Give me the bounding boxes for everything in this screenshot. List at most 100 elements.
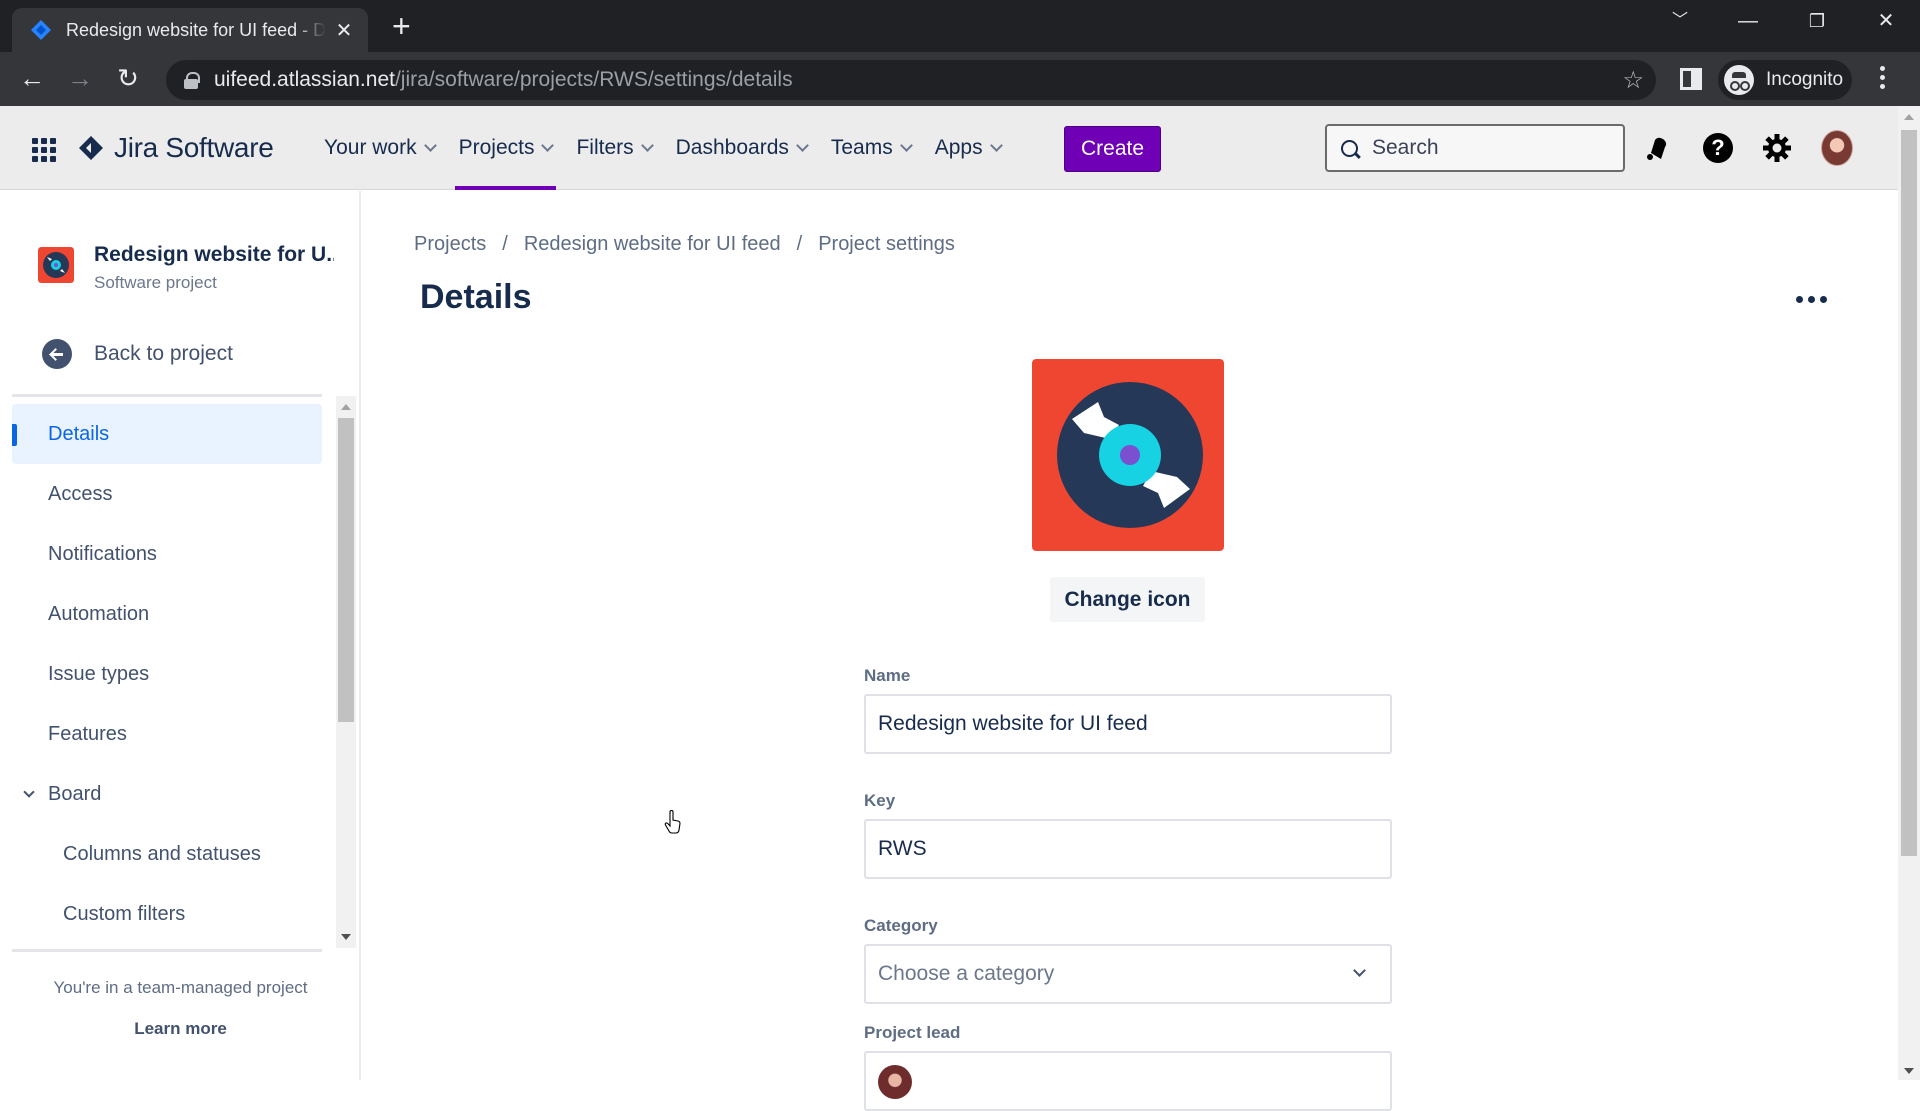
lock-icon — [184, 72, 200, 89]
sidebar-item-label: Access — [48, 482, 113, 505]
back-to-project-label: Back to project — [94, 342, 233, 365]
nav-your-work[interactable]: Your work — [312, 106, 447, 190]
nav-label: Projects — [458, 136, 535, 159]
browser-menu-icon[interactable] — [1880, 66, 1886, 89]
restore-icon[interactable]: ❐ — [1787, 6, 1847, 36]
sidebar-item-access[interactable]: Access — [12, 464, 322, 524]
sidebar-project-name: Redesign website for U... — [94, 243, 334, 266]
learn-more-link[interactable]: Learn more — [0, 1019, 361, 1039]
page-title: Details — [420, 278, 532, 316]
page-scrollbar[interactable] — [1898, 106, 1920, 1080]
settings-gear-icon[interactable] — [1761, 132, 1793, 164]
project-lead-select[interactable] — [864, 1051, 1392, 1111]
chevron-down-icon[interactable] — [23, 786, 35, 798]
browser-toolbar: ← → ↻ uifeed.atlassian.net/jira/software… — [0, 52, 1920, 106]
nav-label: Teams — [830, 136, 893, 159]
chevron-down-icon — [796, 139, 809, 152]
category-label: Category — [864, 916, 938, 935]
sidebar-item-notifications[interactable]: Notifications — [12, 524, 322, 584]
project-icon-large — [1032, 359, 1224, 551]
tab-close-icon[interactable]: ✕ — [334, 18, 354, 43]
browser-tab[interactable]: Redesign website for UI feed - Details ✕ — [12, 8, 368, 52]
sidebar-scrollbar[interactable] — [336, 396, 356, 948]
primary-nav: Your work Projects Filters Dashboards Te… — [312, 106, 1013, 190]
incognito-icon — [1724, 65, 1754, 95]
jira-favicon-icon — [31, 20, 51, 40]
search-icon — [1341, 139, 1358, 157]
divider — [12, 394, 322, 397]
search-placeholder: Search — [1372, 136, 1439, 159]
team-managed-note: You're in a team-managed project — [53, 978, 308, 997]
sidebar-item-automation[interactable]: Automation — [12, 584, 322, 644]
breadcrumb-project[interactable]: Redesign website for UI feed — [524, 233, 781, 256]
breadcrumb-projects[interactable]: Projects — [414, 233, 486, 256]
category-placeholder: Choose a category — [878, 962, 1055, 985]
tab-search-chevron-icon[interactable]: ﹀ — [1650, 6, 1710, 36]
forward-arrow-icon[interactable]: → — [62, 62, 98, 94]
jira-top-nav: Jira Software Your work Projects Filters… — [0, 106, 1898, 190]
scrollbar-thumb[interactable] — [1901, 130, 1917, 856]
change-icon-button[interactable]: Change icon — [1050, 577, 1205, 622]
nav-projects[interactable]: Projects — [447, 106, 565, 190]
category-select[interactable]: Choose a category — [864, 944, 1392, 1004]
sidebar-item-label: Details — [48, 422, 110, 445]
incognito-profile-button[interactable]: Incognito — [1718, 60, 1852, 100]
user-avatar[interactable] — [1821, 130, 1853, 166]
nav-label: Apps — [934, 136, 983, 159]
close-window-icon[interactable]: ✕ — [1856, 6, 1916, 36]
nav-dashboards[interactable]: Dashboards — [664, 106, 819, 190]
breadcrumb-separator: / — [502, 233, 508, 255]
sidebar-item-columns-and-statuses[interactable]: Columns and statuses — [12, 824, 322, 884]
sidebar-item-label: Columns and statuses — [63, 842, 261, 865]
nav-apps[interactable]: Apps — [923, 106, 1013, 190]
scroll-up-arrow-icon[interactable] — [1904, 114, 1914, 120]
arrow-left-circle-icon — [42, 339, 72, 369]
sidebar-item-label: Issue types — [48, 662, 150, 685]
bookmark-star-icon[interactable]: ☆ — [1622, 66, 1644, 95]
reload-icon[interactable]: ↻ — [110, 62, 146, 94]
nav-label: Filters — [576, 136, 634, 159]
chevron-down-icon — [1353, 964, 1366, 977]
sidebar-item-label: Custom filters — [63, 902, 186, 925]
jira-logo[interactable]: Jira Software — [78, 132, 274, 164]
sidebar-item-label: Automation — [48, 602, 150, 625]
settings-menu: Details Access Notifications Automation … — [12, 404, 322, 944]
key-input[interactable]: RWS — [864, 819, 1392, 879]
back-to-project-link[interactable]: Back to project — [42, 339, 233, 369]
nav-filters[interactable]: Filters — [564, 106, 663, 190]
minimize-icon[interactable]: — — [1718, 6, 1778, 36]
scrollbar-thumb[interactable] — [338, 418, 354, 722]
sidebar-item-issue-types[interactable]: Issue types — [12, 644, 322, 704]
project-avatar-icon — [38, 247, 74, 283]
sidebar-project-type: Software project — [94, 273, 217, 292]
sidebar-item-board[interactable]: Board — [12, 764, 322, 824]
browser-tabstrip: Redesign website for UI feed - Details ✕… — [0, 0, 1920, 52]
scroll-down-arrow-icon[interactable] — [1904, 1068, 1914, 1074]
name-label: Name — [864, 666, 911, 685]
notifications-bell-icon[interactable] — [1642, 132, 1674, 164]
nav-teams[interactable]: Teams — [819, 106, 923, 190]
divider — [12, 949, 322, 952]
breadcrumb-project-settings[interactable]: Project settings — [818, 233, 955, 256]
help-icon[interactable]: ? — [1702, 132, 1734, 164]
sidebar-item-features[interactable]: Features — [12, 704, 322, 764]
sidebar-item-details[interactable]: Details — [12, 404, 322, 464]
key-label: Key — [864, 791, 896, 810]
lead-avatar — [878, 1065, 912, 1099]
address-bar[interactable]: uifeed.atlassian.net/jira/software/proje… — [166, 60, 1656, 100]
search-input[interactable]: Search — [1325, 124, 1625, 172]
product-name: Jira Software — [114, 132, 274, 163]
chevron-down-icon — [423, 139, 437, 152]
side-panel-icon[interactable] — [1680, 68, 1702, 90]
app-switcher-icon[interactable] — [32, 138, 56, 162]
sidebar-item-custom-filters[interactable]: Custom filters — [12, 884, 322, 944]
scroll-down-arrow-icon[interactable] — [341, 934, 351, 940]
scroll-up-arrow-icon[interactable] — [341, 404, 351, 410]
project-settings-sidebar: Redesign website for U... Software proje… — [0, 191, 361, 1080]
back-arrow-icon[interactable]: ← — [14, 62, 50, 94]
new-tab-icon[interactable]: + — [392, 10, 411, 42]
name-input[interactable]: Redesign website for UI feed — [864, 694, 1392, 754]
more-actions-icon[interactable] — [1790, 290, 1833, 309]
chevron-down-icon — [541, 139, 555, 152]
create-button[interactable]: Create — [1064, 126, 1161, 172]
